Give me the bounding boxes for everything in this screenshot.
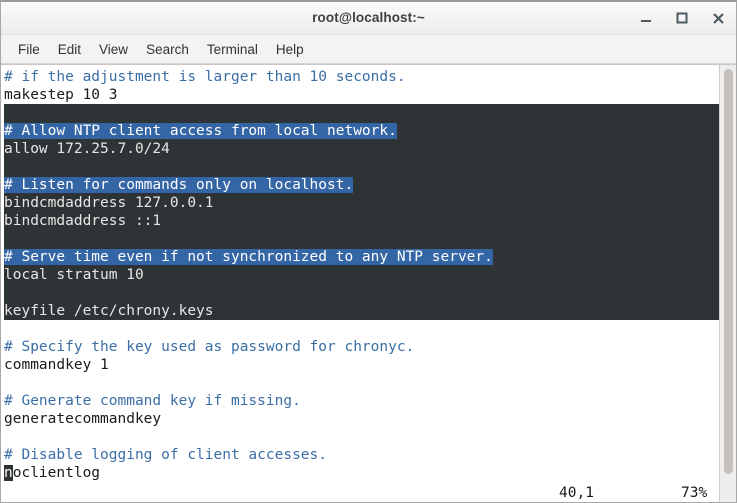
cursor-line: noclientlog xyxy=(4,464,719,482)
visual-selection-region: # Allow NTP client access from local net… xyxy=(4,104,719,320)
comment-text: # Specify the key used as password for c… xyxy=(4,339,414,355)
buffer-line: # if the adjustment is larger than 10 se… xyxy=(4,68,719,86)
close-icon[interactable] xyxy=(710,10,726,26)
text-cursor: n xyxy=(4,465,13,481)
buffer-line: bindcmdaddress ::1 xyxy=(4,212,719,230)
comment-text: # if the adjustment is larger than 10 se… xyxy=(4,69,406,85)
buffer-line: makestep 10 3 xyxy=(4,86,719,104)
vim-statusline: "/etc/chrony.conf" 46L, 1158C 40,1 73% xyxy=(1,484,719,502)
minimize-icon[interactable] xyxy=(638,10,654,26)
statusline-position: 40,1 xyxy=(559,484,594,502)
statusline-percent: 73% xyxy=(681,484,707,502)
menu-item-view[interactable]: View xyxy=(90,39,137,60)
menu-item-search[interactable]: Search xyxy=(137,39,198,60)
buffer-line: keyfile /etc/chrony.keys xyxy=(4,302,719,320)
buffer-line: # Generate command key if missing. xyxy=(4,392,719,410)
lines-above-selection: # if the adjustment is larger than 10 se… xyxy=(4,68,719,104)
menu-item-terminal[interactable]: Terminal xyxy=(198,39,267,60)
maximize-icon[interactable] xyxy=(674,10,690,26)
menu-item-file[interactable]: File xyxy=(9,39,49,60)
comment-text: # Generate command key if missing. xyxy=(4,393,301,409)
terminal-scrollbar[interactable] xyxy=(719,65,736,502)
search-highlight: # Serve time even if not synchronized to… xyxy=(4,249,493,265)
buffer-line xyxy=(4,230,719,248)
buffer-line: # Specify the key used as password for c… xyxy=(4,338,719,356)
menu-item-edit[interactable]: Edit xyxy=(49,39,90,60)
menu-item-help[interactable]: Help xyxy=(267,39,313,60)
cursor-line-rest: oclientlog xyxy=(13,465,100,481)
buffer-line: bindcmdaddress 127.0.0.1 xyxy=(4,194,719,212)
comment-text: # Disable logging of client accesses. xyxy=(4,447,327,463)
lines-below-selection: # Specify the key used as password for c… xyxy=(4,320,719,464)
buffer-line: local stratum 10 xyxy=(4,266,719,284)
search-highlight: # Listen for commands only on localhost. xyxy=(4,177,353,193)
window-controls xyxy=(638,10,736,26)
buffer-line xyxy=(4,374,719,392)
search-highlight: # Allow NTP client access from local net… xyxy=(4,123,397,139)
buffer-line xyxy=(4,158,719,176)
vim-buffer: # if the adjustment is larger than 10 se… xyxy=(1,65,719,482)
buffer-line xyxy=(4,320,719,338)
window-title: root@localhost:~ xyxy=(1,2,736,34)
terminal-screen[interactable]: # if the adjustment is larger than 10 se… xyxy=(1,65,719,502)
buffer-line: generatecommandkey xyxy=(4,410,719,428)
buffer-line: allow 172.25.7.0/24 xyxy=(4,140,719,158)
terminal-body: # if the adjustment is larger than 10 se… xyxy=(1,64,736,502)
terminal-window: root@localhost:~ File Edit View Search T… xyxy=(0,0,737,503)
titlebar[interactable]: root@localhost:~ xyxy=(1,2,736,35)
buffer-line: commandkey 1 xyxy=(4,356,719,374)
buffer-line xyxy=(4,428,719,446)
buffer-line: # Disable logging of client accesses. xyxy=(4,446,719,464)
buffer-line: # Serve time even if not synchronized to… xyxy=(4,248,719,266)
buffer-line xyxy=(4,104,719,122)
buffer-line: # Listen for commands only on localhost. xyxy=(4,176,719,194)
buffer-line: # Allow NTP client access from local net… xyxy=(4,122,719,140)
buffer-line xyxy=(4,284,719,302)
menubar: File Edit View Search Terminal Help xyxy=(1,35,736,64)
scrollbar-thumb[interactable] xyxy=(724,69,733,474)
